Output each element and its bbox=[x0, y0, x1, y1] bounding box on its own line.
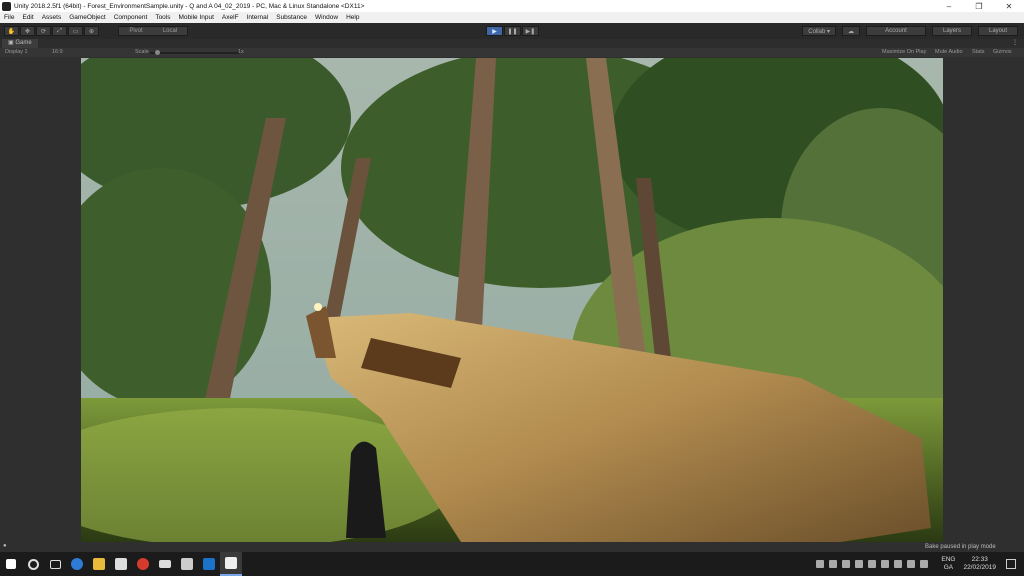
pivot-toggle[interactable]: Pivot Local bbox=[118, 26, 188, 36]
menu-help[interactable]: Help bbox=[342, 14, 363, 21]
layout-dropdown[interactable]: Layout bbox=[978, 26, 1018, 36]
tray-battery-icon[interactable] bbox=[894, 560, 903, 568]
menu-file[interactable]: File bbox=[0, 14, 18, 21]
outlook-icon[interactable] bbox=[198, 552, 220, 576]
clock-time: 22:33 bbox=[971, 556, 988, 563]
store-icon[interactable] bbox=[110, 552, 132, 576]
mail-icon[interactable] bbox=[154, 552, 176, 576]
stats-toggle[interactable]: Stats bbox=[972, 49, 985, 55]
language-label: ENG bbox=[941, 556, 956, 563]
mute-audio-toggle[interactable]: Mute Audio bbox=[935, 49, 963, 55]
pause-icon[interactable]: ❚❚ bbox=[504, 26, 521, 36]
scale-slider-handle[interactable] bbox=[155, 50, 160, 55]
menu-edit[interactable]: Edit bbox=[18, 14, 37, 21]
tray-chevron-icon[interactable] bbox=[816, 560, 825, 568]
menu-internal[interactable]: Internal bbox=[243, 14, 273, 21]
gizmos-dropdown[interactable]: Gizmos bbox=[993, 49, 1012, 55]
search-icon[interactable] bbox=[22, 552, 44, 576]
tray-volume-icon[interactable] bbox=[907, 560, 916, 568]
collab-button[interactable]: Collab ▾ bbox=[802, 26, 836, 36]
clock-date: 22/02/2019 bbox=[963, 564, 996, 571]
menu-substance[interactable]: Substance bbox=[272, 14, 311, 21]
local-button[interactable]: Local bbox=[153, 27, 187, 35]
clock[interactable]: 22:33 22/02/2019 bbox=[963, 556, 996, 572]
panel-menu-icon[interactable]: ⋮ bbox=[1012, 39, 1018, 46]
game-tab-row: ▣ Game ⋮ bbox=[0, 39, 1024, 48]
hand-tool-icon[interactable]: ✋ bbox=[4, 26, 19, 36]
account-dropdown[interactable]: Account bbox=[866, 26, 926, 36]
scale-slider[interactable] bbox=[150, 50, 240, 55]
playback-controls: ▶ ❚❚ ▶❚ bbox=[486, 26, 540, 36]
visual-studio-icon[interactable] bbox=[176, 552, 198, 576]
game-options-row: Display 1 16:9 Scale 1x Maximize On Play… bbox=[0, 48, 1024, 57]
play-icon[interactable]: ▶ bbox=[486, 26, 503, 36]
window-titlebar: Unity 2018.2.5f1 (64bit) - Forest_Enviro… bbox=[0, 0, 1024, 12]
menu-component[interactable]: Component bbox=[110, 14, 152, 21]
tab-game-label: Game bbox=[15, 40, 32, 46]
display-dropdown[interactable]: Display 1 bbox=[5, 49, 28, 55]
close-button[interactable]: ✕ bbox=[994, 2, 1024, 11]
chrome-icon[interactable] bbox=[132, 552, 154, 576]
transform-tool-icon[interactable]: ⊕ bbox=[84, 26, 99, 36]
windows-taskbar: ENG GA 22:33 22/02/2019 bbox=[0, 552, 1024, 576]
start-icon[interactable] bbox=[0, 552, 22, 576]
step-icon[interactable]: ▶❚ bbox=[522, 26, 539, 36]
info-icon: ● bbox=[3, 543, 7, 549]
maximize-button[interactable]: ❐ bbox=[964, 2, 994, 11]
tray-onedrive-icon[interactable] bbox=[855, 560, 864, 568]
minimize-button[interactable]: – bbox=[934, 2, 964, 11]
scale-label: Scale bbox=[135, 49, 149, 55]
task-view-icon[interactable] bbox=[44, 552, 66, 576]
file-explorer-icon[interactable] bbox=[88, 552, 110, 576]
notification-icon[interactable] bbox=[1006, 559, 1016, 569]
menu-tools[interactable]: Tools bbox=[151, 14, 174, 21]
layers-dropdown[interactable]: Layers bbox=[932, 26, 972, 36]
tray-keyboard-icon[interactable] bbox=[920, 560, 929, 568]
menu-mobile-input[interactable]: Mobile Input bbox=[175, 14, 218, 21]
game-viewport[interactable] bbox=[81, 58, 943, 542]
menu-assets[interactable]: Assets bbox=[38, 14, 66, 21]
tray-network-icon[interactable] bbox=[842, 560, 851, 568]
edge-icon[interactable] bbox=[66, 552, 88, 576]
rect-tool-icon[interactable]: ▭ bbox=[68, 26, 83, 36]
window-title: Unity 2018.2.5f1 (64bit) - Forest_Enviro… bbox=[14, 2, 365, 10]
aspect-dropdown[interactable]: 16:9 bbox=[52, 49, 63, 55]
system-tray: ENG GA 22:33 22/02/2019 bbox=[816, 552, 996, 576]
move-tool-icon[interactable]: ✥ bbox=[20, 26, 35, 36]
tab-game[interactable]: ▣ Game bbox=[2, 39, 38, 48]
scale-value: 1x bbox=[238, 49, 244, 55]
region-label: GA bbox=[943, 564, 954, 571]
menu-bar: File Edit Assets GameObject Component To… bbox=[0, 12, 1024, 23]
cloud-icon[interactable]: ☁ bbox=[842, 26, 860, 36]
tray-app-icon[interactable] bbox=[829, 560, 838, 568]
menu-window[interactable]: Window bbox=[311, 14, 342, 21]
toolbar-right: Collab ▾ ☁ Account Layers Layout bbox=[802, 26, 1024, 36]
forest-scene-image bbox=[81, 58, 943, 542]
status-message: Bake paused in play mode bbox=[925, 544, 996, 550]
menu-axelf[interactable]: AxelF bbox=[218, 14, 243, 21]
language-indicator[interactable]: ENG GA bbox=[941, 556, 955, 572]
unity-taskbar-icon[interactable] bbox=[220, 552, 242, 576]
status-bar: ● Bake paused in play mode bbox=[0, 543, 1024, 552]
rotate-tool-icon[interactable]: ⟳ bbox=[36, 26, 51, 36]
pivot-button[interactable]: Pivot bbox=[119, 27, 153, 35]
tray-dropbox-icon[interactable] bbox=[868, 560, 877, 568]
tray-wifi-icon[interactable] bbox=[881, 560, 890, 568]
maximize-on-play-toggle[interactable]: Maximize On Play bbox=[882, 49, 926, 55]
unity-logo-icon bbox=[2, 1, 11, 11]
editor-toolbar: ✋ ✥ ⟳ ⤢ ▭ ⊕ Pivot Local ▶ ❚❚ ▶❚ Collab ▾… bbox=[0, 23, 1024, 39]
scale-tool-icon[interactable]: ⤢ bbox=[52, 26, 67, 36]
menu-gameobject[interactable]: GameObject bbox=[65, 14, 110, 21]
